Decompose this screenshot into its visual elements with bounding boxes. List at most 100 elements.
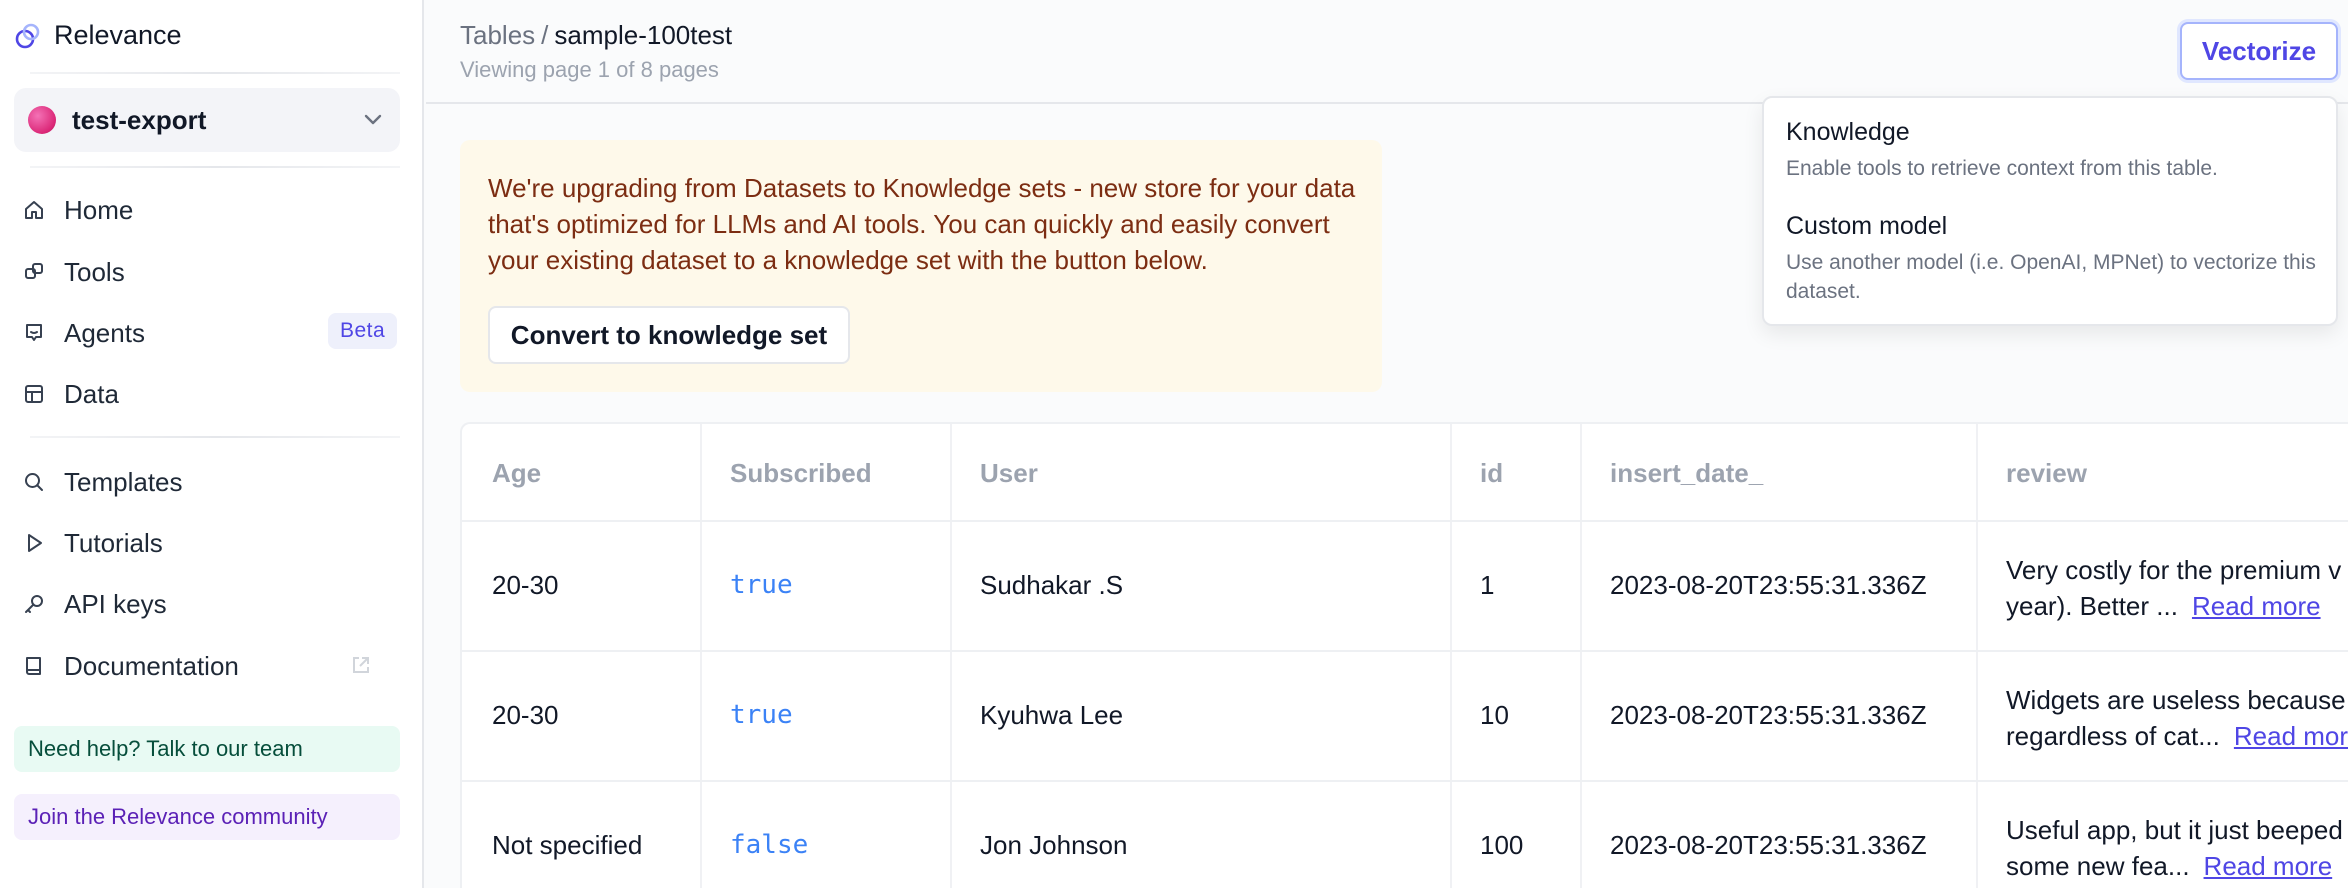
sidebar-item-label: API keys (64, 588, 167, 619)
brand[interactable]: Relevance (14, 20, 182, 51)
review-line: Widgets are useless because (2006, 685, 2346, 715)
cell-user: Kyuhwa Lee (980, 700, 1124, 730)
review-snippet: year). Better ... (2006, 591, 2178, 621)
sidebar-item-tools[interactable]: Tools (22, 252, 125, 292)
breadcrumb-separator: / (541, 20, 549, 50)
cell-subscribed: true (730, 700, 793, 730)
divider (30, 72, 400, 74)
column-header-user[interactable]: User (980, 458, 1038, 489)
column-header-review[interactable]: review (2006, 458, 2087, 489)
menu-item-custom-model[interactable]: Custom model Use another model (i.e. Ope… (1764, 198, 2336, 324)
breadcrumb-tables[interactable]: Tables (460, 20, 535, 50)
sidebar-item-label: Tools (64, 256, 125, 287)
review-line: some new fea... Read more (2006, 848, 2343, 884)
tools-icon (25, 263, 43, 279)
column-divider (950, 424, 952, 888)
review-line: Very costly for the premium v (2006, 555, 2342, 585)
column-divider (700, 424, 702, 888)
cell-user: Jon Johnson (980, 830, 1128, 860)
cell-subscribed: true (730, 570, 793, 600)
upgrade-banner: We're upgrading from Datasets to Knowled… (460, 140, 1382, 392)
play-icon (28, 534, 42, 552)
cell-user: Sudhakar .S (980, 570, 1124, 600)
cell-age: 20-30 (492, 570, 559, 600)
review-snippet: regardless of cat... (2006, 721, 2220, 751)
cell-insert-date: 2023-08-20T23:55:31.336Z (1610, 830, 1927, 860)
divider (30, 166, 400, 168)
agent-icon (26, 324, 42, 341)
table-icon (25, 385, 43, 403)
review-line: Useful app, but it just beeped (2006, 815, 2343, 845)
cell-id: 1 (1480, 570, 1495, 600)
page-title: sample-100test (554, 20, 733, 50)
chevron-down-icon (364, 114, 382, 125)
review-line: year). Better ... Read more (2006, 588, 2341, 624)
cell-age: 20-30 (492, 700, 559, 730)
workspace-name: test-export (72, 104, 207, 135)
brand-name: Relevance (54, 20, 182, 50)
sidebar-item-label: Agents (64, 317, 145, 348)
sidebar-item-label: Tutorials (64, 527, 163, 558)
menu-item-knowledge[interactable]: Knowledge Enable tools to retrieve conte… (1764, 98, 2336, 190)
key-icon (25, 595, 43, 613)
sidebar: Relevance test-export Home Tools Agents … (0, 0, 424, 888)
workspace-avatar (28, 106, 56, 134)
read-more-link[interactable]: Read more (2234, 721, 2348, 751)
column-divider (1450, 424, 1452, 888)
sidebar-item-templates[interactable]: Templates (22, 462, 183, 502)
sidebar-item-label: Templates (64, 466, 183, 497)
convert-knowledge-set-button[interactable]: Convert to knowledge set (488, 306, 850, 364)
cell-review: Very costly for the premium v year). Bet… (2006, 552, 2341, 624)
data-table: Age Subscribed User id insert_date_ revi… (460, 422, 2348, 888)
sidebar-item-label: Documentation (64, 650, 239, 681)
cell-review: Widgets are useless because regardless o… (2006, 682, 2348, 754)
column-header-age[interactable]: Age (492, 458, 541, 489)
sidebar-item-agents[interactable]: Agents (22, 313, 145, 353)
page-subtitle: Viewing page 1 of 8 pages (460, 57, 719, 82)
page-header: Tables / sample-100test Viewing page 1 of … (426, 0, 2348, 104)
divider (30, 436, 400, 438)
menu-item-description: Use another model (i.e. OpenAI, MPNet) t… (1786, 251, 2316, 303)
column-divider (1580, 424, 1582, 888)
community-link[interactable]: Join the Relevance community (14, 794, 400, 840)
sidebar-item-label: Home (64, 194, 134, 225)
read-more-link[interactable]: Read more (2204, 851, 2333, 881)
sidebar-item-data[interactable]: Data (22, 374, 119, 414)
column-header-subscribed[interactable]: Subscribed (730, 458, 872, 489)
read-more-link[interactable]: Read more (2192, 591, 2321, 621)
help-link[interactable]: Need help? Talk to our team (14, 726, 400, 772)
review-line: regardless of cat... Read more (2006, 718, 2348, 754)
beta-badge: Beta (328, 313, 398, 349)
review-snippet: some new fea... (2006, 851, 2190, 881)
home-icon (25, 201, 43, 219)
cell-insert-date: 2023-08-20T23:55:31.336Z (1610, 570, 1927, 600)
breadcrumb: Tables / sample-100test (460, 20, 732, 51)
sidebar-item-home[interactable]: Home (22, 190, 133, 230)
cell-id: 10 (1480, 700, 1509, 730)
book-icon (26, 657, 41, 675)
cell-review: Useful app, but it just beeped some new … (2006, 812, 2343, 884)
menu-item-description: Enable tools to retrieve context from th… (1786, 157, 2218, 180)
column-header-id[interactable]: id (1480, 458, 1503, 489)
workspace-selector[interactable]: test-export (14, 88, 400, 152)
relevance-logo-icon (15, 23, 40, 48)
cell-id: 100 (1480, 830, 1524, 860)
sidebar-item-tutorials[interactable]: Tutorials (22, 523, 163, 563)
menu-item-title: Custom model (1786, 212, 1948, 240)
cell-subscribed: false (730, 830, 809, 860)
menu-item-title: Knowledge (1786, 118, 1910, 146)
cell-insert-date: 2023-08-20T23:55:31.336Z (1610, 700, 1927, 730)
vectorize-dropdown-menu: Knowledge Enable tools to retrieve conte… (1762, 96, 2338, 326)
sidebar-item-documentation[interactable]: Documentation (22, 646, 239, 686)
vectorize-button[interactable]: Vectorize (2180, 22, 2338, 80)
search-icon (25, 473, 43, 491)
row-divider (462, 650, 2348, 652)
sidebar-item-api-keys[interactable]: API keys (22, 584, 167, 624)
external-link-icon (353, 657, 369, 673)
sidebar-item-label: Data (64, 378, 119, 409)
column-divider (1976, 424, 1978, 888)
row-divider (462, 520, 2348, 522)
row-divider (462, 780, 2348, 782)
cell-age: Not specified (492, 830, 643, 860)
column-header-insert-date[interactable]: insert_date_ (1610, 458, 1763, 489)
